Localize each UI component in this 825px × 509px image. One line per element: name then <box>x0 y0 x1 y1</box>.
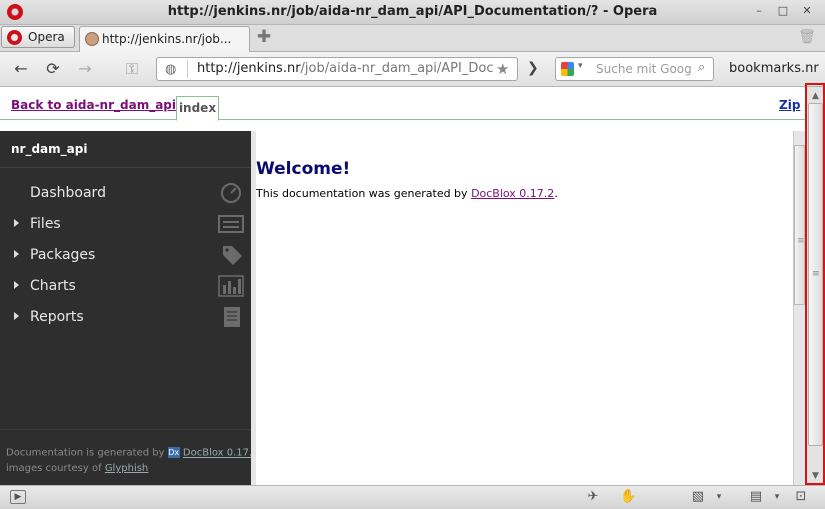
bookmarks-link[interactable]: bookmarks.nr <box>729 61 819 76</box>
window-title-bar: http://jenkins.nr/job/aida-nr_dam_api/AP… <box>0 0 825 25</box>
tab-index[interactable]: index <box>176 96 219 121</box>
url-host: http://jenkins.nr <box>197 61 301 76</box>
glyphish-link[interactable]: Glyphish <box>105 463 148 474</box>
globe-icon: ◍ <box>165 62 177 77</box>
search-field[interactable]: ▾ Suche mit Goog ⌕ <box>555 57 714 81</box>
sidebar-footer-line1: Documentation is generated by Dx DocBlox… <box>6 447 262 459</box>
address-field[interactable]: ◍ http://jenkins.nr/job/aida-nr_dam_api/… <box>156 57 518 81</box>
content-inner: Welcome! This documentation was generate… <box>256 131 793 485</box>
maximize-button[interactable]: □ <box>774 3 792 19</box>
dashboard-icon <box>221 183 241 203</box>
generated-by-suffix: . <box>554 187 558 200</box>
close-button[interactable]: ✕ <box>798 3 816 19</box>
packages-tag-icon <box>223 246 242 265</box>
status-bar: ▶ ✈ ✋ ▧ ▾ ▤ ▾ ⊡ <box>0 485 825 509</box>
zip-download-link[interactable]: Zip <box>779 98 800 112</box>
back-arrow-icon[interactable]: ← <box>11 60 31 78</box>
expand-arrow-icon[interactable] <box>14 312 19 320</box>
bookmark-star-icon[interactable]: ★ <box>496 60 509 78</box>
expand-arrow-icon[interactable] <box>14 281 19 289</box>
zoom-icon[interactable]: ⊡ <box>793 490 809 504</box>
address-toolbar: ← ⟳ → ⚿ ◍ http://jenkins.nr/job/aida-nr_… <box>0 52 825 87</box>
docblox-link[interactable]: DocBlox 0.17.2 <box>471 187 554 200</box>
docblox-logo-icon: Dx <box>167 447 180 458</box>
charts-icon <box>218 275 244 297</box>
sidebar-item-label: Packages <box>30 247 96 263</box>
forward-arrow-icon[interactable]: → <box>75 60 95 78</box>
turbo-icon[interactable]: ✈ <box>585 490 601 504</box>
docblox-footer-link[interactable]: DocBlox 0.17.2 <box>183 448 259 459</box>
page-viewport: Back to aida-nr_dam_api index Zip nr_dam… <box>0 87 805 485</box>
images-icon[interactable]: ▧ <box>690 490 706 504</box>
files-icon <box>218 215 244 233</box>
sidebar-item-label: Reports <box>30 309 84 325</box>
back-to-job-link[interactable]: Back to aida-nr_dam_api <box>11 98 176 112</box>
go-chevron-icon[interactable]: ❯ <box>527 60 539 76</box>
sidebar-item-charts[interactable]: Charts <box>0 272 251 302</box>
generated-by-text: This documentation was generated by DocB… <box>256 187 558 200</box>
url-text[interactable]: http://jenkins.nr/job/aida-nr_dam_api/AP… <box>197 61 493 76</box>
sidebar-item-files[interactable]: Files <box>0 210 251 240</box>
sidebar-item-label: Charts <box>30 278 76 294</box>
view-dropdown-icon[interactable]: ▾ <box>769 490 785 504</box>
url-divider <box>187 60 188 78</box>
sidebar-item-packages[interactable]: Packages <box>0 241 251 271</box>
minimize-button[interactable]: – <box>750 3 768 19</box>
hand-icon[interactable]: ✋ <box>620 490 636 504</box>
tab-jenkins[interactable]: http://jenkins.nr/job... <box>79 26 250 52</box>
sidebar-footer-line2: images courtesy of Glyphish <box>6 463 148 474</box>
jenkins-favicon-icon <box>85 32 99 46</box>
url-path: /job/aida-nr_dam_api/API_Docum <box>300 61 493 76</box>
footer-text: Documentation is generated by <box>6 447 165 459</box>
expand-arrow-icon[interactable] <box>14 250 19 258</box>
sidebar-item-label: Files <box>30 216 61 232</box>
opera-logo-icon <box>7 30 22 45</box>
search-placeholder: Suche mit Goog <box>596 62 692 76</box>
divider <box>0 167 251 168</box>
new-tab-icon[interactable]: ✚ <box>256 29 272 46</box>
google-icon[interactable] <box>561 62 574 76</box>
frame-scrollbar-thumb[interactable]: ≡ <box>794 145 805 305</box>
images-dropdown-icon[interactable]: ▾ <box>711 490 727 504</box>
frame-scrollbar[interactable]: ≡ <box>793 131 805 485</box>
window-title: http://jenkins.nr/job/aida-nr_dam_api/AP… <box>167 4 658 19</box>
doc-header: Back to aida-nr_dam_api index Zip <box>0 87 805 121</box>
sidebar-item-reports[interactable]: Reports <box>0 303 251 333</box>
panel-toggle-icon[interactable]: ▶ <box>10 490 26 504</box>
search-engine-dropdown-icon[interactable]: ▾ <box>578 61 583 71</box>
opera-menu-label: Opera <box>28 30 65 44</box>
search-icon[interactable]: ⌕ <box>698 60 705 75</box>
main-content: Welcome! This documentation was generate… <box>251 131 793 485</box>
sidebar-item-label: Dashboard <box>30 185 106 201</box>
footer-text: images courtesy of <box>6 463 102 474</box>
divider <box>0 429 251 430</box>
sidebar-title: nr_dam_api <box>11 142 88 156</box>
opera-menu-button[interactable]: Opera <box>1 26 75 48</box>
view-icon[interactable]: ▤ <box>748 490 764 504</box>
tab-label: http://jenkins.nr/job... <box>102 32 232 46</box>
reports-icon <box>224 307 240 327</box>
sidebar-item-dashboard[interactable]: Dashboard <box>0 179 251 209</box>
highlight-box <box>805 83 825 485</box>
reload-icon[interactable]: ⟳ <box>43 60 63 78</box>
trash-icon[interactable]: 🗑 <box>798 29 816 47</box>
key-icon[interactable]: ⚿ <box>122 60 142 78</box>
grip-icon: ≡ <box>797 236 805 246</box>
expand-arrow-icon[interactable] <box>14 219 19 227</box>
generated-by-prefix: This documentation was generated by <box>256 187 468 200</box>
tab-bar: Opera http://jenkins.nr/job... ✚ 🗑 <box>0 25 825 52</box>
sidebar: nr_dam_api Dashboard Files Packages Char… <box>0 131 262 485</box>
page-title: Welcome! <box>256 159 351 179</box>
